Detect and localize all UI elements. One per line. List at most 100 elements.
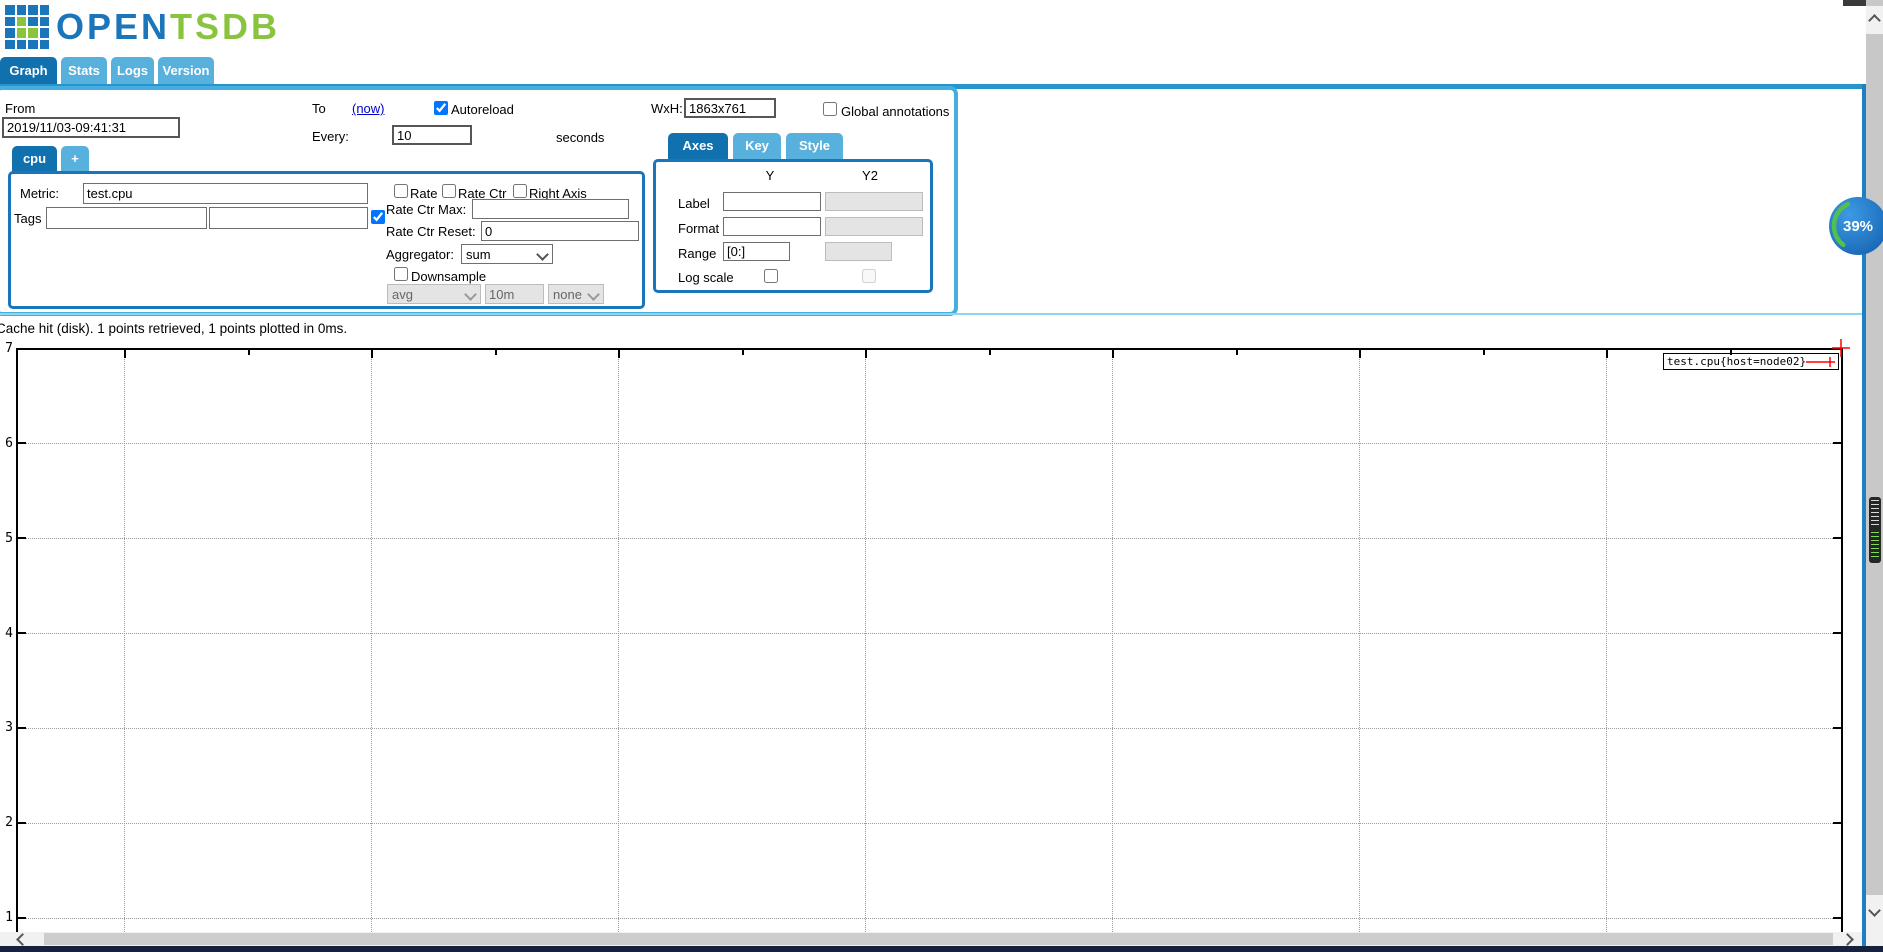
downsample-label: Downsample [411,269,487,284]
progress-badge[interactable]: 39% [1828,196,1883,256]
gridline [18,918,1841,919]
chevron-right-icon [1841,932,1854,946]
logo-square [39,5,49,15]
y-range-input[interactable] [723,242,790,261]
gridline [18,443,1841,444]
logo-square [5,16,15,26]
wxh-input[interactable] [684,98,776,118]
y-tick-label: 2 [5,815,13,830]
aggregator-select[interactable]: sum [461,244,553,264]
seconds-label: seconds [556,130,605,145]
logo-text-open: OPEN [56,6,171,47]
vertical-scrollbar[interactable] [1866,0,1883,946]
y2-range-input [825,242,892,261]
from-input[interactable] [2,117,180,138]
gridline [18,823,1841,824]
wxh-label: WxH: [651,101,683,116]
axis-tick [18,537,26,539]
global-annotations-checkbox[interactable] [823,102,837,116]
axis-tick [18,822,26,824]
downsample-checkbox[interactable] [394,267,408,281]
scroll-down-button[interactable] [1866,895,1883,925]
rate-ctr-max-label: Rate Ctr Max: [386,202,467,217]
axis-tick [742,350,744,355]
gridline [18,728,1841,729]
opentsdb-logo-icon [5,5,49,49]
rate-ctr-checkbox[interactable] [442,184,456,198]
gridline [18,538,1841,539]
axis-tick [1833,632,1841,634]
axis-tick [1606,350,1608,358]
gridline [1112,350,1113,934]
volume-levels-active [1871,532,1879,558]
gridline [18,633,1841,634]
rate-ctr-max-input[interactable] [472,199,629,219]
axis-tick [248,350,250,355]
data-point-marker-icon [1832,339,1850,357]
logo-square [39,39,49,49]
axes-tab-axes[interactable]: Axes [668,133,728,159]
logo-square [5,5,15,15]
tab-logs[interactable]: Logs [111,57,154,84]
rate-checkbox[interactable] [394,184,408,198]
global-annotations-label: Global annotations [841,104,950,119]
axis-tick [18,917,26,919]
axes-col-y2: Y2 [862,168,878,183]
y-tick-label: 6 [5,436,13,451]
horizontal-scrollbar[interactable] [0,932,1862,946]
plot-area[interactable]: test.cpu{host=node02} [16,339,1850,934]
metric-input[interactable] [83,183,368,204]
tag-value-input[interactable] [209,207,368,229]
right-axis-checkbox[interactable] [513,184,527,198]
axes-tab-style[interactable]: Style [786,133,843,159]
horizontal-scrollbar-thumb[interactable] [44,933,1833,945]
axes-tab-key[interactable]: Key [733,133,781,159]
autoreload-checkbox[interactable] [434,101,448,115]
chevron-down-icon [1868,903,1881,917]
y-format-input[interactable] [723,217,821,236]
logo-square [28,16,38,26]
logo-text-tsdb: TSDB [170,6,281,47]
logo-square [39,28,49,38]
now-link[interactable]: (now) [352,101,385,116]
logo-square [16,5,26,15]
axes-format-row-label: Format [678,221,720,236]
axis-tick [989,350,991,355]
downsample-interval-input [485,284,544,304]
axis-tick [1359,350,1361,358]
axis-tick [18,727,26,729]
y-label-input[interactable] [723,192,821,211]
scrollbar-corner [1866,925,1883,946]
every-input[interactable] [392,125,472,145]
from-label: From [5,101,36,116]
axis-tick [1833,442,1841,444]
tab-graph[interactable]: Graph [0,57,57,84]
y2-log-checkbox [862,269,876,283]
tag-name-input[interactable] [46,207,207,229]
plot-legend: test.cpu{host=node02} [1663,353,1839,370]
gridline [371,350,372,934]
logo-square [28,5,38,15]
metric-tab-add[interactable]: + [61,146,89,172]
axis-tick [1833,727,1841,729]
scroll-left-button[interactable] [0,932,44,946]
aggregator-value: sum [466,247,491,262]
y-tick-label: 3 [5,720,13,735]
y-log-checkbox[interactable] [764,269,778,283]
scroll-up-button[interactable] [1866,6,1883,34]
tags-checkbox[interactable] [371,210,385,224]
rate-ctr-reset-label: Rate Ctr Reset: [386,224,476,239]
tags-label: Tags [14,211,42,226]
axis-tick [1483,350,1485,355]
logo-square [5,28,15,38]
metric-tab-cpu[interactable]: cpu [12,146,57,172]
axes-range-row-label: Range [678,246,717,261]
y2-format-input [825,217,923,236]
tab-stats[interactable]: Stats [61,57,107,84]
tab-version[interactable]: Version [158,57,214,84]
progress-percent-text: 39% [1843,218,1873,235]
rate-ctr-reset-input[interactable] [481,221,639,241]
axis-tick [371,350,373,358]
chevron-down-icon [587,288,600,301]
scroll-right-button[interactable] [1833,932,1862,946]
